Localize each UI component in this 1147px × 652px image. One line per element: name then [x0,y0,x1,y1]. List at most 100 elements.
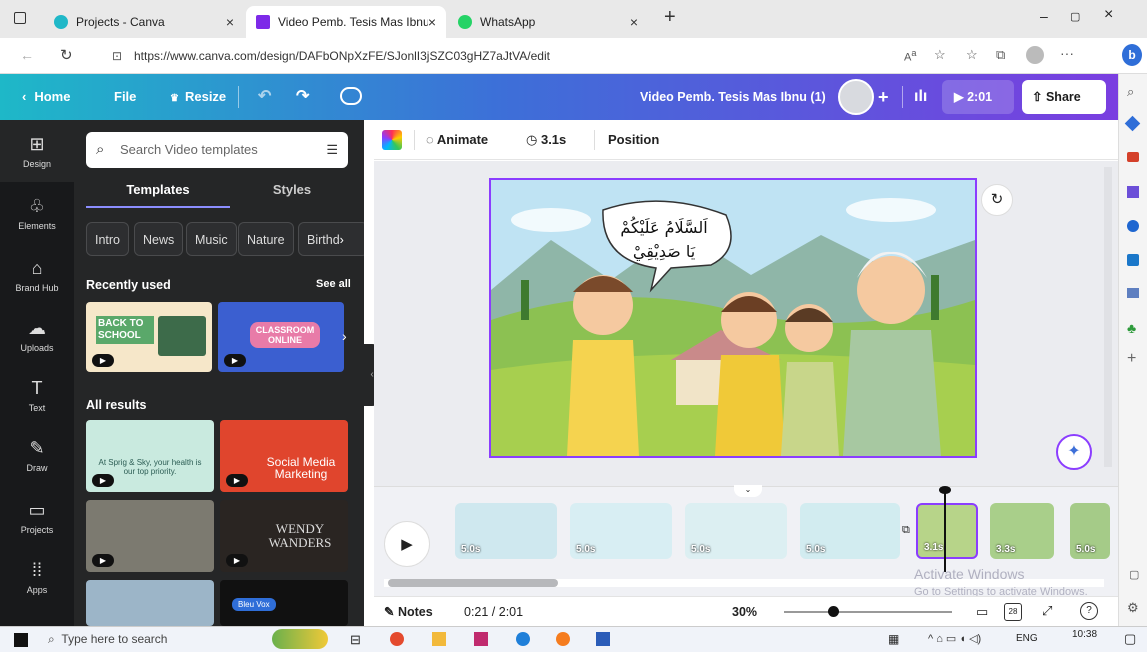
timeline-clip[interactable]: 5.0s [800,503,900,559]
office-icon[interactable] [1127,254,1139,266]
timeline-play-button[interactable]: ▶ [384,521,430,567]
vertical-scrollbar[interactable] [1104,167,1112,467]
more-icon[interactable]: ··· [1060,45,1074,61]
taskbar-search[interactable]: ⌕ Type here to search [48,627,288,652]
nav-brand-hub[interactable]: ⌂ Brand Hub [0,258,74,293]
tab-templates[interactable]: Templates [86,182,230,197]
windows-start-icon[interactable] [14,633,28,647]
magic-sparkle-icon[interactable]: ✦ [1056,434,1092,470]
file-menu-button[interactable]: File [114,74,136,120]
page-view-icon[interactable]: ▭ [976,604,988,620]
tab-projects[interactable]: Projects - Canva × [44,6,244,38]
position-button[interactable]: Position [608,120,659,160]
minimize-icon[interactable]: – [1040,8,1048,24]
store-icon[interactable] [474,632,488,646]
add-collaborator-icon[interactable]: + [878,74,889,120]
chip-news[interactable]: News [134,222,184,256]
insights-icon[interactable]: ılı [914,74,927,120]
nav-uploads[interactable]: ☁ Uploads [0,318,74,353]
zoom-slider-track[interactable] [784,611,952,613]
undo-icon[interactable]: ↶ [258,74,271,120]
transition-icon[interactable]: ⧉ [902,524,910,537]
result-template-thumb[interactable]: ▶ [86,500,214,572]
color-picker-icon[interactable] [382,130,402,150]
fullscreen-icon[interactable]: ⤢ [1042,603,1052,619]
language-indicator[interactable]: ENG [1016,633,1038,644]
nav-projects[interactable]: ▭ Projects [0,500,74,535]
search-icon[interactable]: ⌕ [1127,84,1134,100]
zoom-percent[interactable]: 30% [732,597,757,627]
page-count-badge[interactable]: 28 [1004,603,1022,621]
animate-button[interactable]: ◌ Animate [426,120,488,160]
settings-icon[interactable]: ⚙ [1127,600,1139,616]
resize-button[interactable]: ♛ Resize [170,74,226,120]
frog-widget-icon[interactable] [272,629,328,649]
playhead-handle[interactable] [939,486,951,494]
back-icon[interactable]: ← [20,47,34,63]
edge-icon[interactable] [516,632,530,646]
favorite-icon[interactable]: ☆ [934,47,946,63]
nav-design[interactable]: ⊞ Design [0,120,74,182]
result-template-thumb[interactable]: At Sprig & Sky, your health is our top p… [86,420,214,492]
timeline-clip[interactable]: 5.0s [685,503,787,559]
task-view-icon[interactable]: ⊟ [350,632,361,648]
games-icon[interactable] [1127,220,1139,232]
nav-draw[interactable]: ✎ Draw [0,438,74,473]
system-tray-icons[interactable]: ^ ⌂ ▭ ◖ ◁) [928,632,981,645]
widgets-icon[interactable]: ▦ [888,632,899,646]
word-icon[interactable] [596,632,610,646]
redo-icon[interactable]: ↷ [296,74,309,120]
nav-text[interactable]: T Text [0,378,74,413]
chevron-down-icon[interactable]: ⌄ [734,485,762,497]
result-template-thumb[interactable] [86,580,214,626]
timeline-clip[interactable]: 5.0s [570,503,672,559]
tree-icon[interactable]: ♣ [1127,320,1136,336]
timeline-scrollbar[interactable] [388,579,558,587]
chrome-icon[interactable] [390,632,404,646]
collections-icon[interactable]: ⧉ [996,47,1005,63]
share-button[interactable]: ⇧ Share [1022,80,1106,114]
nav-elements[interactable]: ♧ Elements [0,196,74,231]
zoom-slider-knob[interactable] [827,606,839,617]
tab-styles[interactable]: Styles [220,182,364,197]
present-play-button[interactable]: ▶ 2:01 [942,80,1014,114]
result-template-thumb[interactable]: Bleu Vox [220,580,348,626]
shopping-icon[interactable] [1127,152,1139,162]
playhead[interactable] [944,490,946,572]
close-icon[interactable]: × [630,14,638,30]
restore-icon[interactable]: ▢ [1070,10,1080,23]
chip-intro[interactable]: Intro [86,222,130,256]
layout-icon[interactable]: ▢ [1129,568,1139,581]
filter-icon[interactable]: ☰ [326,132,338,168]
search-app-icon[interactable] [556,632,570,646]
add-icon[interactable]: + [1127,350,1136,368]
tab-whatsapp[interactable]: WhatsApp × [448,6,648,38]
tab-video[interactable]: Video Pemb. Tesis Mas Ibnu (1) - × [246,6,446,38]
tab-actions-icon[interactable] [14,12,26,24]
chip-music[interactable]: Music [186,222,237,256]
chip-birthday[interactable]: Birthd› [298,222,364,256]
close-window-icon[interactable]: × [1104,6,1113,24]
cloud-save-icon[interactable] [340,87,362,105]
timeline-clip-selected[interactable]: 3.1s [916,503,978,559]
url-field[interactable]: ⊡ https://www.canva.com/design/DAFbONpXz… [100,44,870,68]
timeline-clip[interactable]: 3.3s [990,503,1054,559]
duration-button[interactable]: ◷ 3.1s [526,120,566,160]
notification-icon[interactable]: ▢ [1124,631,1136,647]
video-page-canvas[interactable]: اَلسَّلَامُ عَلَيْكُمْ يَا صَدِيْقِيْ [489,178,977,458]
read-aloud-icon[interactable]: Aa [904,48,916,64]
see-all-link[interactable]: See all [316,278,351,290]
bing-icon[interactable]: b [1122,44,1142,66]
chip-nature[interactable]: Nature [238,222,294,256]
close-icon[interactable]: × [428,14,436,30]
file-explorer-icon[interactable] [432,632,446,646]
search-input[interactable]: ⌕ Search Video templates ☰ [86,132,348,168]
discover-icon[interactable] [1124,115,1141,132]
chevron-right-icon[interactable]: › [342,328,347,344]
tools-icon[interactable] [1127,186,1139,198]
recent-template-thumb[interactable]: BACK TO SCHOOL ▶ [86,302,212,372]
profile-avatar[interactable] [1026,46,1044,64]
design-title[interactable]: Video Pemb. Tesis Mas Ibnu (1) [640,74,826,120]
close-icon[interactable]: × [226,14,234,30]
clock-time[interactable]: 10:38 [1072,629,1097,640]
